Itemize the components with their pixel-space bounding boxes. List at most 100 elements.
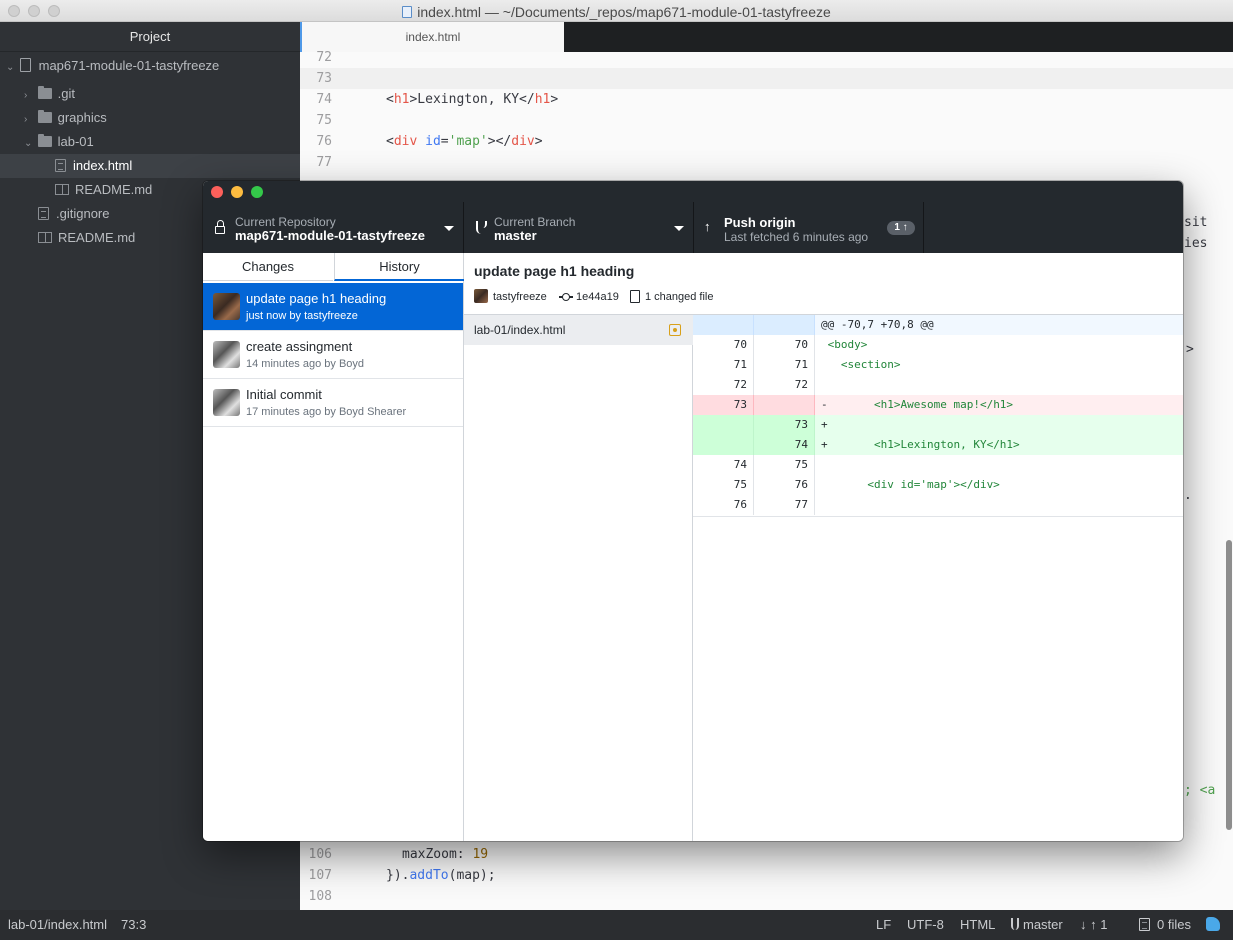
status-bar: lab-01/index.html 73:3 LF UTF-8 HTML mas… — [0, 910, 1233, 940]
tree-root[interactable]: ⌄ map671-module-01-tastyfreeze — [0, 54, 300, 78]
gh-close-button[interactable] — [211, 186, 223, 198]
avatar — [474, 289, 488, 303]
commit-list-item[interactable]: create assingment 14 minutes ago by Boyd — [203, 331, 463, 379]
diff-hunk-header: @@ -70,7 +70,8 @@ — [693, 315, 1183, 335]
gh-zoom-button[interactable] — [251, 186, 263, 198]
diff-view[interactable]: @@ -70,7 +70,8 @@ 70 70 <body> 71 71 <se… — [693, 315, 1183, 841]
push-origin-button[interactable]: ↑ Push origin Last fetched 6 minutes ago… — [694, 202, 924, 253]
line-number: 108 — [308, 889, 332, 904]
diff-old-line-number: 74 — [693, 455, 754, 475]
status-line-ending[interactable]: LF — [876, 910, 891, 940]
editor-line: 106 maxZoom: 19 — [300, 844, 1233, 865]
commit-title: Initial commit — [246, 387, 322, 402]
avatar — [213, 389, 240, 416]
status-files-label: 0 files — [1157, 917, 1191, 932]
diff-line-deleted: 73 - <h1>Awesome map!</h1> — [693, 395, 1183, 415]
editor-scrollbar[interactable] — [1226, 540, 1232, 830]
diff-line: 76 77 — [693, 495, 1183, 515]
tree-item-label: graphics — [57, 110, 107, 125]
code-token: = — [440, 134, 449, 149]
repo-label: Current Repository — [235, 215, 336, 229]
status-branch[interactable]: master — [1011, 910, 1063, 940]
current-branch-button[interactable]: Current Branch master — [464, 202, 694, 253]
code-fragment: > — [1186, 342, 1194, 357]
diff-new-line-number — [754, 395, 815, 415]
book-icon — [55, 184, 69, 195]
file-icon — [55, 159, 66, 172]
code-token: 'map' — [448, 134, 488, 149]
commit-summary-title: update page h1 heading — [474, 263, 635, 279]
status-grammar[interactable]: HTML — [960, 910, 995, 940]
tree-item-lab-01[interactable]: ⌄ lab-01 — [0, 130, 300, 154]
file-icon — [1139, 918, 1150, 931]
code-fragment: ies — [1184, 236, 1208, 251]
status-file-path[interactable]: lab-01/index.html — [8, 910, 107, 940]
branch-icon — [476, 221, 487, 234]
folder-icon — [37, 110, 52, 123]
diff-line-text: <h1>Awesome map!</h1> — [827, 398, 1014, 411]
diff-line-added: 73 + — [693, 415, 1183, 435]
diff-new-line-number: 75 — [754, 455, 815, 475]
code-token: h1 — [534, 92, 551, 107]
code-token: div — [393, 134, 418, 149]
file-path: lab-01/index.html — [474, 323, 566, 337]
code-token: 19 — [472, 847, 489, 862]
tree-item-graphics[interactable]: › graphics — [0, 106, 300, 130]
push-arrow-icon: ↑ — [704, 219, 711, 234]
diff-line-text: <section> — [821, 358, 901, 371]
file-icon — [38, 207, 49, 220]
tree-item-label: index.html — [73, 158, 133, 173]
status-up-count: 1 — [1100, 917, 1108, 932]
editor-line: 73 — [300, 68, 1233, 89]
gh-titlebar — [203, 181, 1183, 202]
editor-line: 74 <h1>Lexington, KY</h1> — [300, 89, 1233, 110]
code-token: >Lexington, KY</ — [409, 92, 535, 107]
diff-hunk-text: @@ -70,7 +70,8 @@ — [821, 318, 934, 331]
diff-line: 72 72 — [693, 375, 1183, 395]
code-token: div — [511, 134, 535, 149]
commit-list-item[interactable]: update page h1 heading just now by tasty… — [203, 283, 463, 331]
status-fetch[interactable]: ↓ ↑ 1 — [1080, 910, 1107, 940]
commit-meta: 14 minutes ago by Boyd — [246, 358, 365, 370]
status-cursor-position[interactable]: 73:3 — [121, 910, 146, 940]
file-list-item[interactable]: lab-01/index.html — [464, 315, 693, 345]
tree-item-label: README.md — [75, 182, 153, 197]
diff-line: 75 76 <div id='map'></div> — [693, 475, 1183, 495]
squirrel-icon[interactable] — [1206, 910, 1220, 940]
diff-end-divider — [693, 516, 1183, 517]
diff-old-line-number: 73 — [693, 395, 754, 415]
folder-icon — [37, 86, 52, 99]
tab-history[interactable]: History — [334, 253, 464, 281]
modified-status-icon — [669, 324, 681, 336]
folder-icon — [37, 134, 52, 147]
gh-toolbar: Current Repository map671-module-01-tast… — [203, 202, 1183, 253]
line-number: 77 — [316, 155, 332, 170]
line-number: 73 — [316, 71, 332, 86]
diff-sign: + — [821, 438, 828, 451]
branch-icon — [1011, 918, 1019, 930]
commit-list-item[interactable]: Initial commit 17 minutes ago by Boyd Sh… — [203, 379, 463, 427]
status-encoding[interactable]: UTF-8 — [907, 910, 944, 940]
tab-changes[interactable]: Changes — [203, 253, 333, 281]
current-repository-button[interactable]: Current Repository map671-module-01-tast… — [203, 202, 464, 253]
tree-item-index-html[interactable]: index.html — [0, 154, 300, 178]
changed-files-list: lab-01/index.html — [464, 315, 693, 841]
editor-line: 75 — [300, 110, 1233, 131]
status-changed-files[interactable]: 0 files — [1139, 910, 1191, 940]
push-count-badge: 1 ↑ — [887, 221, 915, 235]
code-token: < — [386, 92, 394, 107]
code-token: id — [425, 134, 441, 149]
diff-line: 74 75 — [693, 455, 1183, 475]
push-title: Push origin — [724, 215, 796, 230]
avatar — [213, 341, 240, 368]
diff-old-line-number: 71 — [693, 355, 754, 375]
status-branch-label: master — [1023, 917, 1063, 932]
diff-new-line-number: 73 — [754, 415, 815, 435]
commit-sha[interactable]: 1e44a19 — [576, 291, 619, 303]
repo-icon — [19, 58, 31, 72]
code-token: (map); — [448, 868, 496, 883]
commit-title: update page h1 heading — [246, 291, 387, 306]
commit-author: tastyfreeze — [493, 291, 547, 303]
tree-item-git[interactable]: › .git — [0, 82, 300, 106]
gh-minimize-button[interactable] — [231, 186, 243, 198]
